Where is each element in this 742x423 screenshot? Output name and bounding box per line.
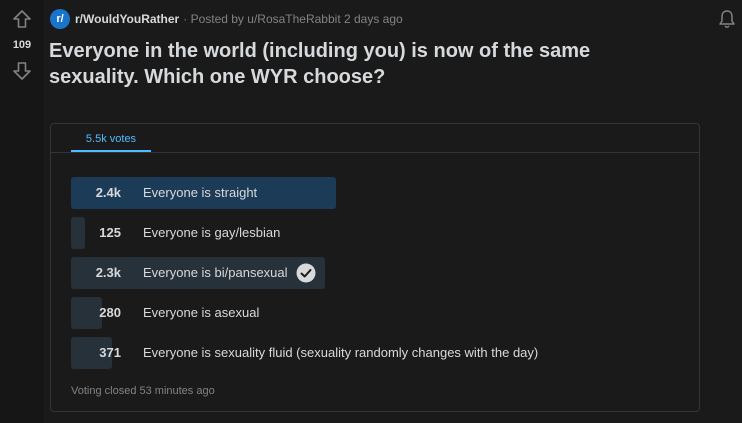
post-meta: r/ r/WouldYouRather · Posted by u/RosaTh…	[50, 9, 403, 29]
downvote-arrow-icon[interactable]	[11, 60, 33, 82]
poll-option-count: 2.4k	[95, 185, 121, 200]
checkmark-icon	[296, 263, 316, 283]
poll-option-label: Everyone is sexuality fluid (sexuality r…	[143, 345, 539, 360]
tab-votes[interactable]: 5.5k votes	[71, 124, 151, 152]
vote-column: 109	[0, 0, 44, 423]
poll-option: 371 Everyone is sexuality fluid (sexualit…	[71, 337, 681, 369]
upvote-arrow-icon[interactable]	[11, 8, 33, 30]
poll-status: Voting closed 53 minutes ago	[71, 385, 215, 397]
poll-option-count: 371	[99, 345, 121, 360]
subreddit-link[interactable]: r/WouldYouRather	[75, 12, 179, 26]
subreddit-icon[interactable]: r/	[50, 9, 70, 29]
poll-header: 5.5k votes	[51, 124, 699, 153]
vote-score: 109	[12, 39, 32, 51]
poll-option: 125 Everyone is gay/lesbian	[71, 217, 681, 249]
poll-container: 5.5k votes 2.4k Everyone is straight 125 Ev…	[50, 123, 700, 412]
poll-option: 280 Everyone is asexual	[71, 297, 681, 329]
poll-option: 2.3k Everyone is bi/pansexual	[71, 257, 681, 289]
poll-option-label: Everyone is straight	[143, 185, 258, 200]
post-card: r/ r/WouldYouRather · Posted by u/RosaTh…	[44, 0, 742, 423]
poll-option: 2.4k Everyone is straight	[71, 177, 681, 209]
poll-option-label: Everyone is asexual	[143, 305, 260, 320]
bell-icon[interactable]	[716, 8, 738, 30]
poll-option-count: 2.3k	[95, 265, 121, 280]
poll-option-count: 280	[99, 305, 121, 320]
posted-by: · Posted by u/RosaTheRabbit 2 days ago	[183, 12, 403, 26]
poll-option-count: 125	[99, 225, 121, 240]
poll-option-label: Everyone is gay/lesbian	[143, 225, 281, 240]
post-title[interactable]: Everyone in the world (including you) is…	[49, 38, 669, 90]
poll-option-label: Everyone is bi/pansexual	[143, 265, 288, 280]
